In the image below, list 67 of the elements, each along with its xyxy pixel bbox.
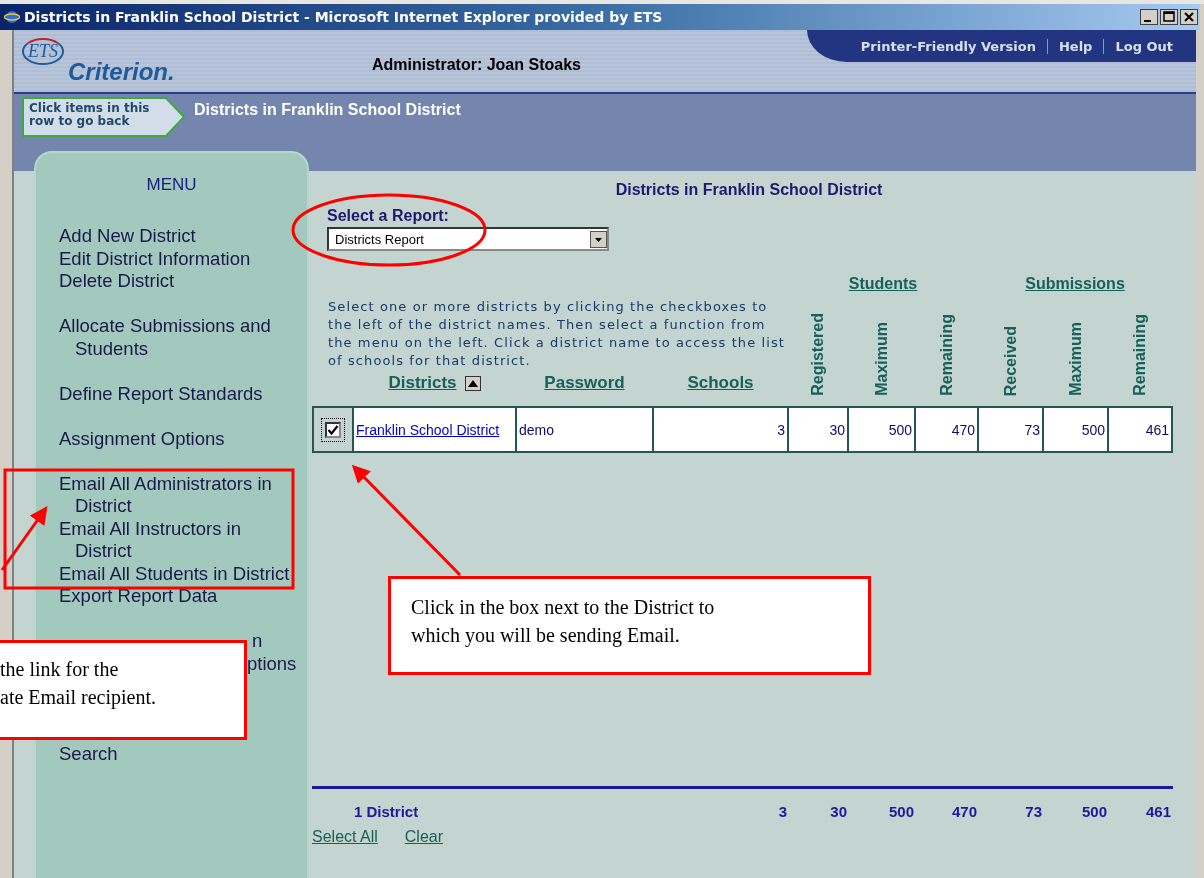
menu-item[interactable]: Email All Instructors in District [59,517,297,563]
column-header[interactable]: Password [544,373,625,393]
menu-item[interactable]: Search [59,742,297,765]
table-cell: 500 [849,408,914,451]
column-header[interactable]: Registered [809,313,827,396]
table-cell: 500 [1044,408,1107,451]
table-cell: 73 [979,408,1042,451]
breadcrumb-title: Districts in Franklin School District [194,100,461,119]
callout-text: which you will be sending Email. [411,623,681,649]
callout-text: the link for the [0,657,120,682]
back-hint-button[interactable]: Click items in this row to go back [22,97,186,137]
total-value: 470 [950,803,977,820]
window-title: Districts in Franklin School District - Microsoft Internet Explorer provided by ETS [24,9,664,25]
total-value: 461 [1144,803,1171,820]
logo-mark: ETS [22,38,64,65]
action-link[interactable]: Clear [404,828,444,846]
menu-item[interactable]: Export Report Data [59,585,297,608]
column-header[interactable]: Districts [388,373,457,393]
menu-item[interactable]: Define Report Standards [59,382,297,405]
close-button[interactable] [1180,9,1198,25]
maximize-button[interactable] [1160,9,1178,25]
checkmark-icon [327,423,339,436]
menu-item[interactable]: n [252,630,263,653]
total-value: 500 [1080,803,1107,820]
table-cell: 30 [789,408,847,451]
menu-title: MENU [145,175,198,195]
browser-icon [4,9,20,25]
total-value: 73 [1024,803,1042,820]
column-header[interactable]: Maximum [1066,322,1085,396]
sort-icon[interactable] [464,375,481,391]
header-link[interactable]: Help [1046,38,1104,54]
total-value: 30 [829,803,847,820]
total-label: 1 District [354,803,420,820]
instructions-text: Select one or more districts by clicking the checkboxes to the left of the district names. Then select a function from the menu on the left. Click a district name to access the list of schools for that district. [327,298,786,370]
menu-item[interactable]: Assignment Options [59,427,297,450]
column-header[interactable]: Received [1001,325,1020,396]
column-group-header[interactable]: Submissions [1025,275,1125,295]
column-header[interactable]: Remaining [1131,314,1149,396]
table-cell: demo [517,408,652,451]
callout-text: Click in the box next to the District to [411,595,716,620]
total-value: 3 [777,803,787,820]
annotation-arrow [0,506,48,571]
menu-item[interactable]: Email All Students in District [59,562,297,585]
total-value: 500 [887,803,914,820]
menu-item[interactable]: ptions [247,652,297,675]
menu-item[interactable]: Delete District [59,270,297,293]
header-link[interactable]: Log Out [1103,38,1184,54]
report-select[interactable]: Districts Report [327,227,609,251]
minimize-button[interactable] [1140,9,1158,25]
column-header[interactable]: Maximum [872,322,891,396]
menu-item[interactable]: Email All Administrators in District [59,472,297,518]
action-link[interactable]: Select All [312,828,378,846]
column-group-header[interactable]: Students [848,275,918,295]
header-link[interactable]: Printer-Friendly Version [848,38,1047,54]
menu-item[interactable]: Add New District [59,225,297,248]
column-header[interactable]: Schools [687,373,754,393]
menu-item[interactable]: Edit District Information [59,247,297,270]
administrator-label: Administrator: Joan Stoaks [372,55,581,75]
menu-item[interactable]: Allocate Submissions and Students [59,315,297,360]
logo-text: Criterion. [68,58,175,86]
table-cell: 461 [1109,408,1171,451]
table-cell: 470 [916,408,977,451]
table-cell: 3 [654,408,787,451]
column-header[interactable]: Remaining [937,314,956,396]
callout-text: ate Email recipient. [0,685,158,711]
report-label: Select a Report: [327,207,449,225]
page-title: Districts in Franklin School District [614,181,884,199]
